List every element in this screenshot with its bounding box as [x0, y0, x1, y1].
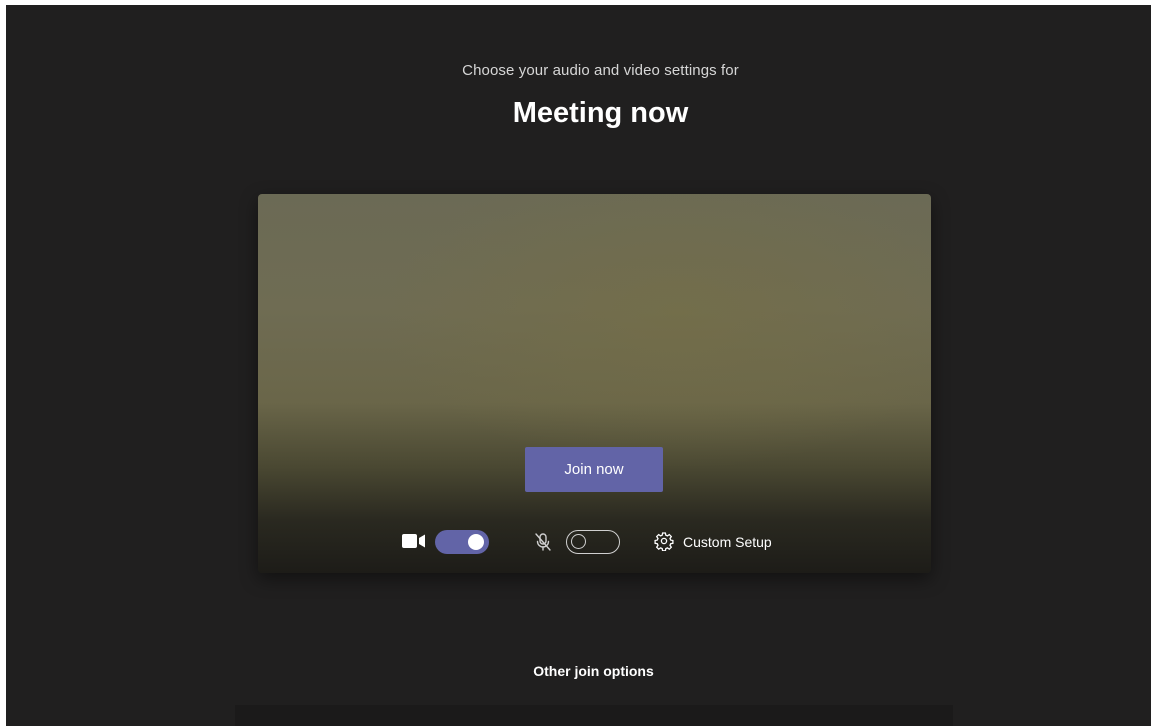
- custom-setup-button[interactable]: Custom Setup: [654, 531, 772, 553]
- video-preview: Join now Custom Setup: [258, 194, 931, 573]
- gear-icon: [654, 531, 674, 554]
- custom-setup-label: Custom Setup: [683, 534, 772, 550]
- device-controls: Custom Setup: [258, 527, 931, 557]
- camera-toggle[interactable]: [435, 530, 489, 554]
- video-camera-icon: [402, 533, 426, 554]
- join-now-button[interactable]: Join now: [525, 447, 663, 492]
- microphone-toggle-knob: [571, 534, 586, 549]
- mic-off-icon: [533, 532, 553, 557]
- microphone-toggle[interactable]: [566, 530, 620, 554]
- settings-subtitle: Choose your audio and video settings for: [462, 62, 739, 79]
- camera-toggle-knob: [468, 534, 484, 550]
- prejoin-screen: Choose your audio and video settings for…: [6, 5, 1151, 726]
- meeting-title: Meeting now: [512, 97, 689, 129]
- other-join-options-heading: Other join options: [533, 663, 654, 679]
- other-join-options-panel: [235, 705, 953, 726]
